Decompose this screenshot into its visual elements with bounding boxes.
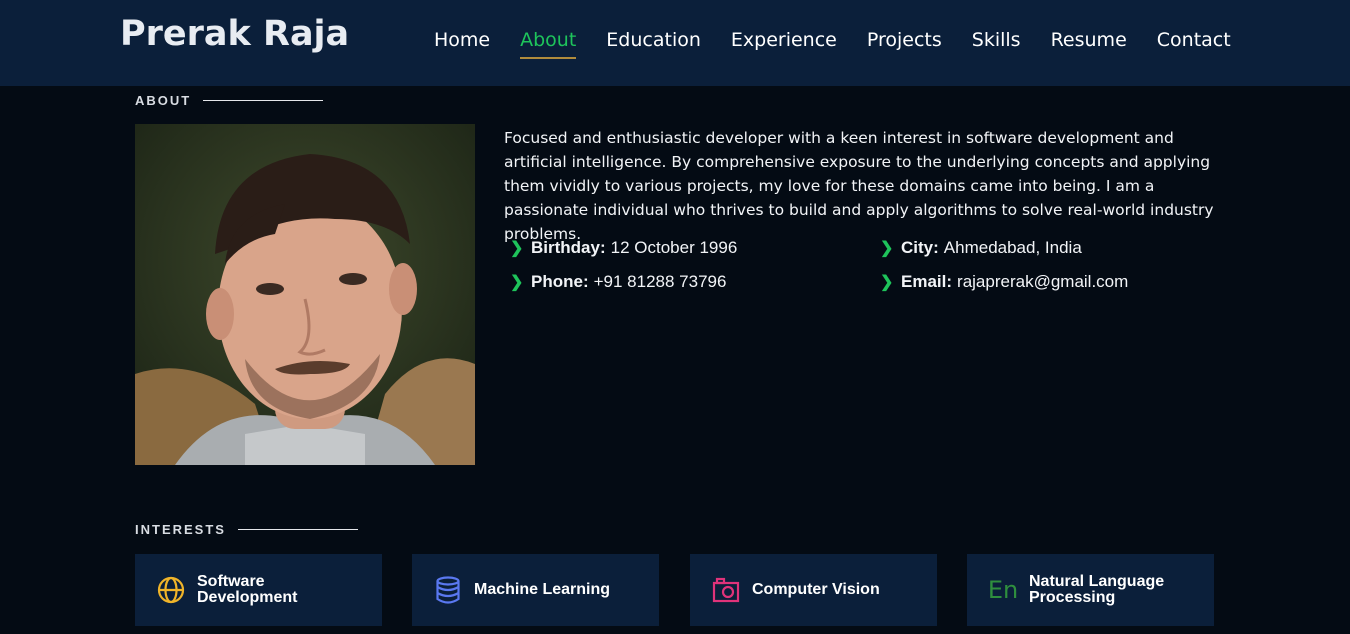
- globe-icon: [156, 575, 186, 605]
- interests-section-title: INTERESTS: [135, 522, 358, 537]
- nav-education[interactable]: Education: [606, 28, 701, 52]
- interest-card-computer-vision[interactable]: Computer Vision: [690, 554, 937, 626]
- nav-skills[interactable]: Skills: [972, 28, 1021, 52]
- chevron-right-icon: ❯: [880, 240, 894, 257]
- fact-label: City:: [901, 238, 939, 257]
- database-icon: [433, 575, 463, 605]
- nav-about[interactable]: About: [520, 28, 577, 59]
- interest-label: Natural Language Processing: [1029, 573, 1165, 606]
- fact-city: ❯ City: Ahmedabad, India: [880, 238, 1082, 258]
- fact-phone: ❯ Phone: +91 81288 73796: [510, 272, 726, 292]
- chevron-right-icon: ❯: [510, 274, 524, 291]
- profile-photo: [135, 124, 475, 465]
- interest-label: Machine Learning: [474, 581, 611, 598]
- fact-label: Phone:: [531, 272, 589, 291]
- main-nav: Home About Education Experience Projects…: [434, 28, 1261, 59]
- header: Prerak Raja Home About Education Experie…: [0, 0, 1350, 86]
- about-title-text: ABOUT: [135, 93, 192, 108]
- interest-card-machine-learning[interactable]: Machine Learning: [412, 554, 659, 626]
- nav-home[interactable]: Home: [434, 28, 490, 52]
- fact-label: Birthday:: [531, 238, 606, 257]
- fact-value: Ahmedabad, India: [943, 238, 1082, 257]
- title-divider: [237, 529, 358, 530]
- chevron-right-icon: ❯: [510, 240, 524, 257]
- nav-contact[interactable]: Contact: [1157, 28, 1231, 52]
- nav-experience[interactable]: Experience: [731, 28, 837, 52]
- chevron-right-icon: ❯: [880, 274, 894, 291]
- fact-email: ❯ Email: rajaprerak@gmail.com: [880, 272, 1128, 292]
- about-section-title: ABOUT: [135, 93, 324, 108]
- interest-card-natural-language-processing[interactable]: En Natural Language Processing: [967, 554, 1214, 626]
- fact-value: 12 October 1996: [610, 238, 738, 257]
- brand-logo[interactable]: Prerak Raja: [120, 14, 349, 54]
- interests-title-text: INTERESTS: [135, 522, 226, 537]
- camera-icon: [711, 575, 741, 605]
- fact-label: Email:: [901, 272, 953, 291]
- language-icon: En: [987, 576, 1019, 604]
- fact-value: +91 81288 73796: [593, 272, 727, 291]
- nav-resume[interactable]: Resume: [1051, 28, 1127, 52]
- interest-label: Computer Vision: [752, 581, 880, 598]
- bio-paragraph: Focused and enthusiastic developer with …: [504, 129, 1214, 243]
- title-divider: [203, 100, 324, 101]
- fact-value[interactable]: rajaprerak@gmail.com: [957, 272, 1128, 292]
- nav-projects[interactable]: Projects: [867, 28, 942, 52]
- interest-card-software-development[interactable]: Software Development: [135, 554, 382, 626]
- fact-birthday: ❯ Birthday: 12 October 1996: [510, 238, 737, 258]
- interest-label: Software Development: [197, 573, 298, 606]
